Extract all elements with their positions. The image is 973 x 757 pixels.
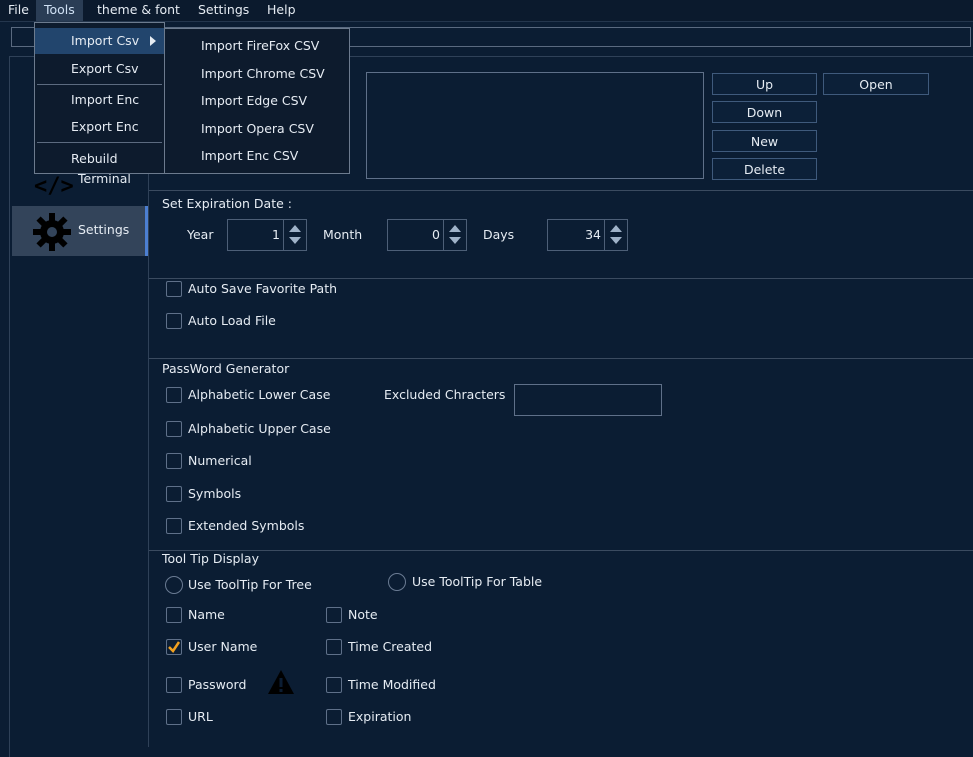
import-csv-submenu: Import FireFox CSV Import Chrome CSV Imp… <box>164 28 350 174</box>
open-button[interactable]: Open <box>823 73 929 95</box>
tooltip-url-checkbox[interactable] <box>166 709 182 725</box>
submenu-item-enc[interactable]: Import Enc CSV <box>201 146 298 166</box>
year-spinbox[interactable]: 1 <box>227 219 307 251</box>
arrow-up-icon[interactable] <box>289 225 301 232</box>
tooltip-title: Tool Tip Display <box>162 551 259 566</box>
tooltip-time-modified-checkbox[interactable] <box>326 677 342 693</box>
tooltip-time-created-checkbox[interactable] <box>326 639 342 655</box>
section-divider <box>149 358 973 359</box>
tools-menu: Import Csv Export Csv Import Enc Export … <box>34 22 165 174</box>
month-stepper[interactable] <box>443 220 466 250</box>
tooltip-expiration-checkbox[interactable] <box>326 709 342 725</box>
tooltip-username-label: User Name <box>188 639 258 654</box>
submenu-item-edge[interactable]: Import Edge CSV <box>201 91 307 111</box>
expiration-title: Set Expiration Date : <box>162 196 292 211</box>
numerical-checkbox[interactable] <box>166 453 182 469</box>
days-spinbox[interactable]: 34 <box>547 219 628 251</box>
days-label: Days <box>483 227 515 242</box>
section-divider <box>149 278 973 279</box>
tooltip-tree-label: Use ToolTip For Tree <box>188 577 312 592</box>
menu-item-label: Export Enc <box>71 119 139 134</box>
auto-save-label: Auto Save Favorite Path <box>188 281 338 296</box>
tooltip-table-label: Use ToolTip For Table <box>412 574 543 589</box>
menu-theme-font[interactable]: theme & font <box>89 0 188 21</box>
menu-item-export-csv[interactable]: Export Csv <box>35 56 164 82</box>
symbols-label: Symbols <box>188 486 242 501</box>
auto-save-checkbox[interactable] <box>166 281 182 297</box>
menu-item-label: Rebuild <box>71 151 118 166</box>
menu-item-import-enc[interactable]: Import Enc <box>35 87 164 113</box>
arrow-up-icon[interactable] <box>610 225 622 232</box>
new-button[interactable]: New <box>712 130 817 152</box>
year-value: 1 <box>272 227 280 242</box>
section-divider <box>149 550 973 551</box>
arrow-down-icon[interactable] <box>289 237 301 244</box>
menu-item-rebuild[interactable]: Rebuild <box>35 146 164 172</box>
tooltip-name-label: Name <box>188 607 225 622</box>
delete-button[interactable]: Delete <box>712 158 817 180</box>
arrow-up-icon[interactable] <box>449 225 461 232</box>
sidebar-item-settings[interactable]: Settings <box>12 206 148 256</box>
menu-separator <box>37 84 162 85</box>
month-label: Month <box>323 227 363 242</box>
menu-tools[interactable]: Tools <box>36 0 83 21</box>
tooltip-url-label: URL <box>188 709 213 724</box>
upper-case-checkbox[interactable] <box>166 421 182 437</box>
lower-case-label: Alphabetic Lower Case <box>188 387 331 402</box>
auto-load-label: Auto Load File <box>188 313 276 328</box>
extended-symbols-checkbox[interactable] <box>166 518 182 534</box>
submenu-item-firefox[interactable]: Import FireFox CSV <box>201 36 319 56</box>
tooltip-expiration-label: Expiration <box>348 709 412 724</box>
month-value: 0 <box>432 227 440 242</box>
menu-item-import-csv[interactable]: Import Csv <box>35 28 164 54</box>
menu-item-label: Export Csv <box>71 61 139 76</box>
menu-file[interactable]: File <box>0 0 37 21</box>
days-stepper[interactable] <box>604 220 627 250</box>
tooltip-table-radio[interactable] <box>388 573 406 591</box>
gear-icon <box>33 213 71 251</box>
lower-case-checkbox[interactable] <box>166 387 182 403</box>
upper-case-label: Alphabetic Upper Case <box>188 421 331 436</box>
menu-item-export-enc[interactable]: Export Enc <box>35 114 164 140</box>
month-spinbox[interactable]: 0 <box>387 219 467 251</box>
numerical-label: Numerical <box>188 453 252 468</box>
days-value: 34 <box>585 227 601 242</box>
tooltip-time-created-label: Time Created <box>348 639 433 654</box>
submenu-item-opera[interactable]: Import Opera CSV <box>201 119 314 139</box>
warning-icon <box>268 670 294 694</box>
tooltip-tree-radio[interactable] <box>165 576 183 594</box>
tooltip-time-modified-label: Time Modified <box>348 677 436 692</box>
excluded-input[interactable] <box>514 384 662 416</box>
menu-separator <box>37 142 162 143</box>
menu-bar: File Tools theme & font Settings Help <box>0 0 973 22</box>
menu-settings[interactable]: Settings <box>190 0 257 21</box>
excluded-label: Excluded Chracters <box>384 387 506 402</box>
menu-item-label: Import Enc <box>71 92 140 107</box>
tooltip-password-checkbox[interactable] <box>166 677 182 693</box>
symbols-checkbox[interactable] <box>166 486 182 502</box>
submenu-item-chrome[interactable]: Import Chrome CSV <box>201 64 325 84</box>
down-button[interactable]: Down <box>712 101 817 123</box>
arrow-down-icon[interactable] <box>449 237 461 244</box>
menu-help[interactable]: Help <box>259 0 304 21</box>
tooltip-name-checkbox[interactable] <box>166 607 182 623</box>
chevron-right-icon <box>150 36 156 46</box>
favorites-list[interactable] <box>366 72 704 179</box>
extended-symbols-label: Extended Symbols <box>188 518 305 533</box>
password-generator-title: PassWord Generator <box>162 361 290 376</box>
menu-item-label: Import Csv <box>71 33 140 48</box>
tooltip-note-checkbox[interactable] <box>326 607 342 623</box>
sidebar-item-label: Settings <box>78 222 130 237</box>
year-label: Year <box>187 227 214 242</box>
year-stepper[interactable] <box>283 220 306 250</box>
auto-load-checkbox[interactable] <box>166 313 182 329</box>
tooltip-password-label: Password <box>188 677 247 692</box>
checkmark-icon <box>168 641 181 653</box>
tooltip-username-checkbox[interactable] <box>166 639 182 655</box>
section-divider <box>149 190 973 191</box>
arrow-down-icon[interactable] <box>610 237 622 244</box>
svg-text:</>: </> <box>34 174 74 199</box>
up-button[interactable]: Up <box>712 73 817 95</box>
tooltip-note-label: Note <box>348 607 378 622</box>
